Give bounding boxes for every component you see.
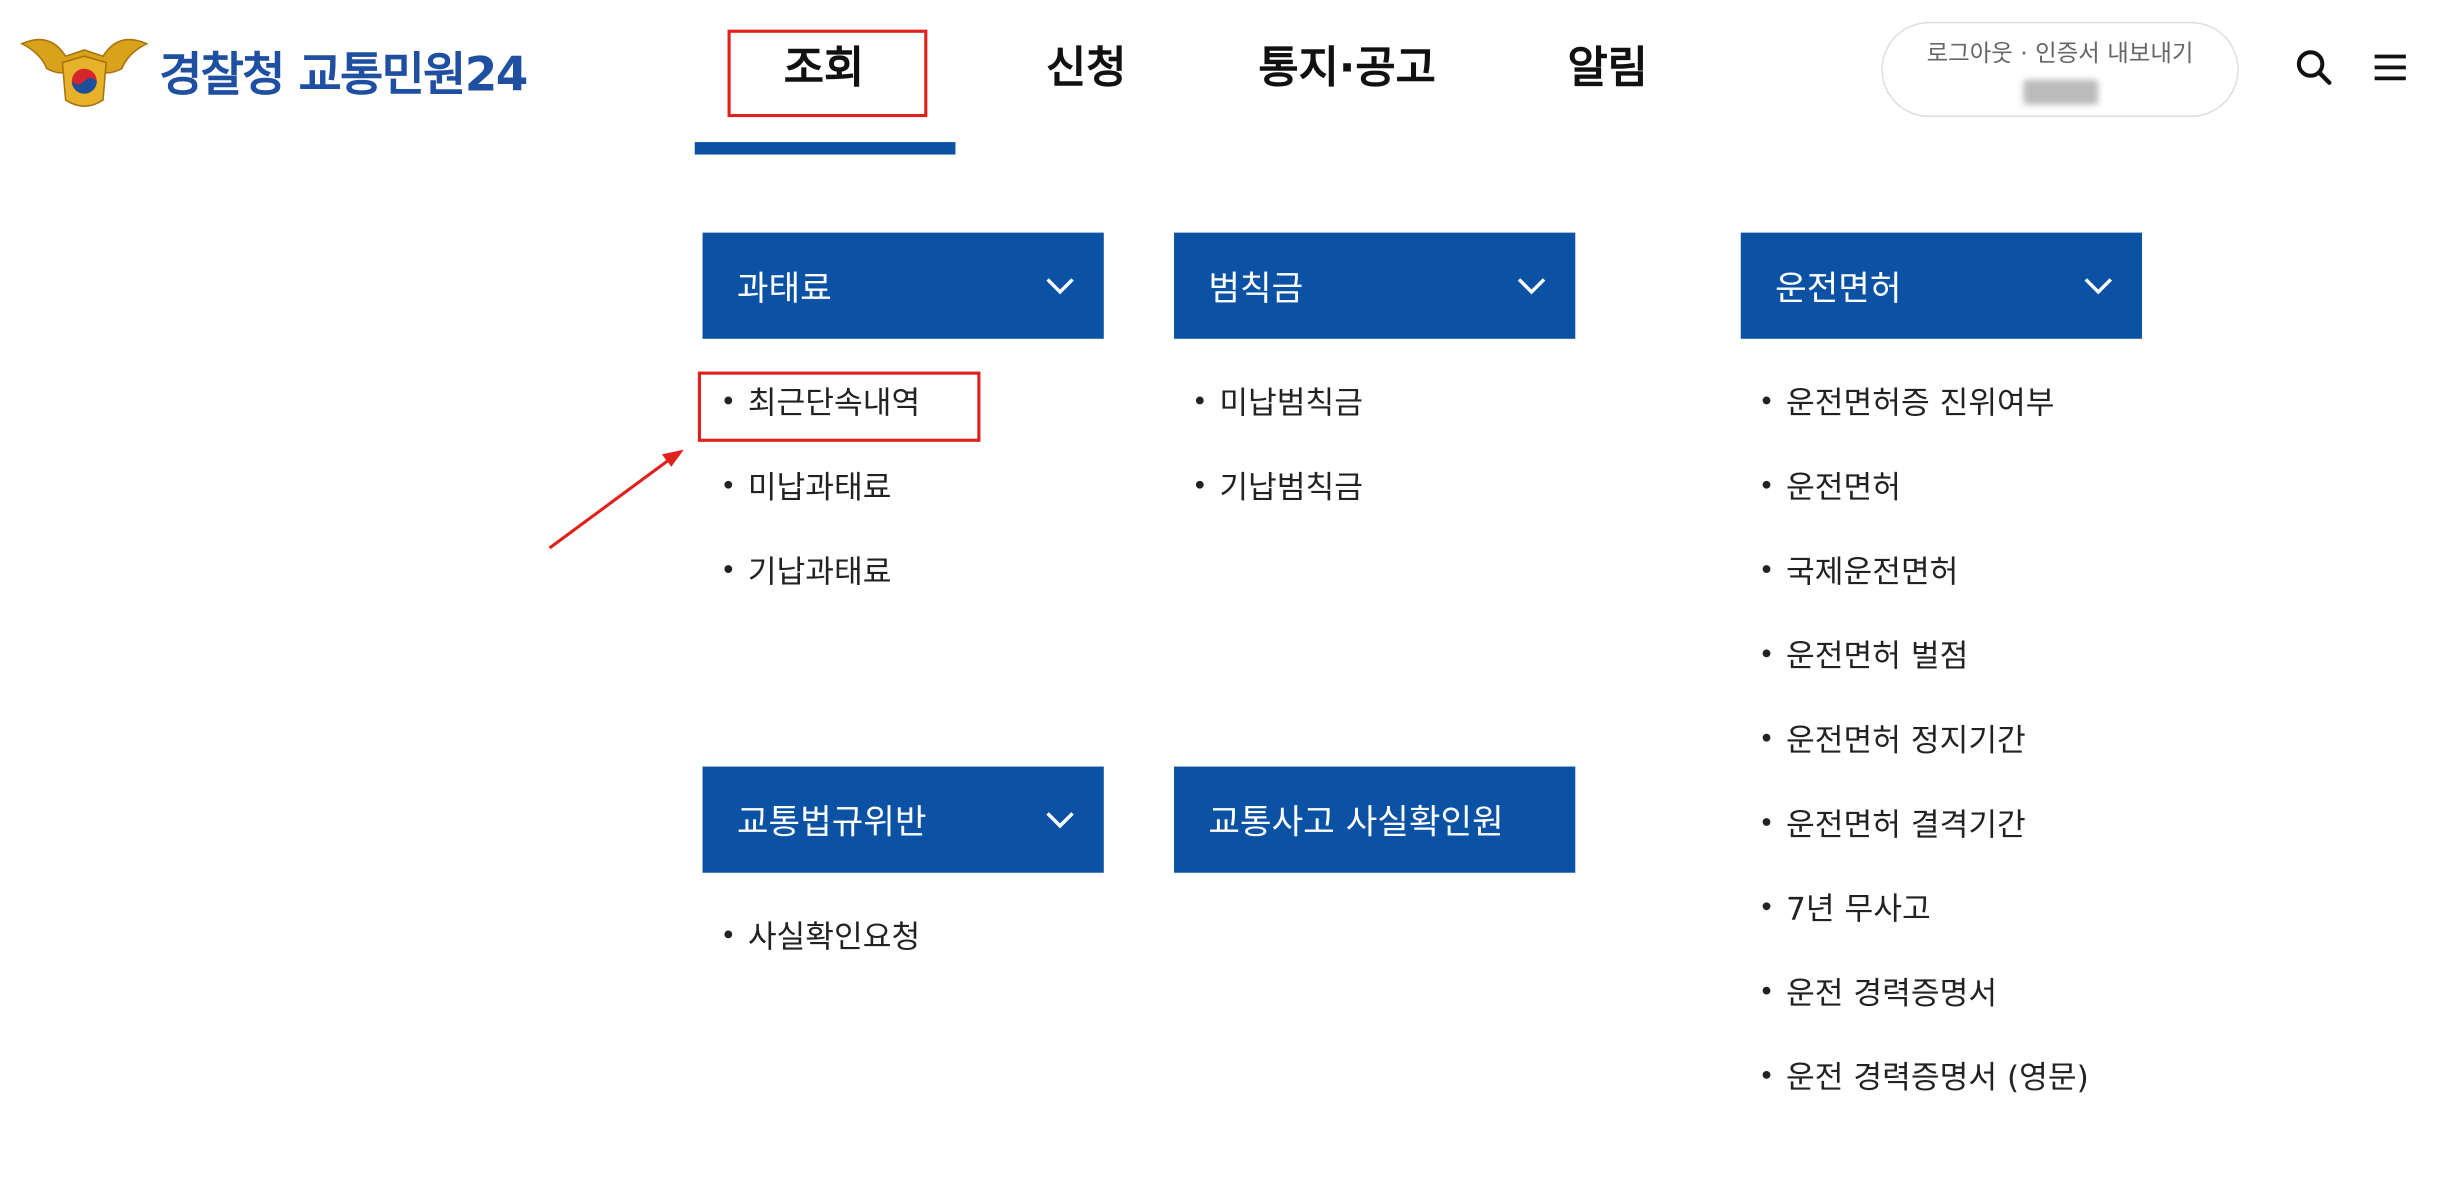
category-title: 운전면허 [1775,270,1902,310]
menu-item-license[interactable]: 운전면허 [1763,462,1901,507]
user-name-redacted [2023,79,2099,105]
logout-link[interactable]: 로그아웃 [1927,39,2013,67]
export-cert-link[interactable]: · 인증서 내보내기 [2020,39,2193,67]
nav-tab-notices[interactable]: 통지·공고 [1258,34,1435,96]
user-links: 로그아웃 · 인증서 내보내기 [1883,36,2237,69]
logo-text: 경찰청 교통민원24 [159,48,528,104]
menu-item-license-points[interactable]: 운전면허 벌점 [1763,631,1968,676]
active-tab-indicator [694,142,956,155]
menu-item-paid-penalties[interactable]: 기납범칙금 [1196,462,1363,507]
menu-item-unpaid-penalties[interactable]: 미납범칙금 [1196,378,1363,423]
nav-highlight-box [727,29,928,118]
chevron-down-icon [2084,278,2112,295]
menu-item-fact-check-request[interactable]: 사실확인요청 [724,912,920,957]
menu-item-driving-record-english[interactable]: 운전 경력증명서 (영문) [1763,1052,2089,1097]
category-penalties[interactable]: 범칙금 [1174,232,1576,339]
menu-item-intl-license[interactable]: 국제운전면허 [1763,546,1958,591]
user-panel: 로그아웃 · 인증서 내보내기 [1881,21,2239,118]
category-title: 교통법규위반 [736,804,927,844]
highlight-box [697,371,981,442]
category-accident-certificate[interactable]: 교통사고 사실확인원 [1174,766,1576,873]
chevron-down-icon [1046,812,1074,829]
menu-item-unpaid-fines[interactable]: 미납과태료 [724,462,892,507]
site-logo[interactable]: 경찰청 교통민원24 [19,28,528,112]
menu-icon[interactable] [2370,47,2411,88]
menu-item-paid-fines[interactable]: 기납과태료 [724,546,892,591]
nav-tab-apply[interactable]: 신청 [1046,34,1126,96]
police-emblem-icon [20,38,149,107]
category-title: 교통사고 사실확인원 [1208,804,1504,844]
menu-item-accident-free[interactable]: 7년 무사고 [1763,884,1931,929]
category-title: 과태료 [736,270,832,310]
menu-item-disqualification-period[interactable]: 운전면허 결격기간 [1763,799,2026,844]
annotation-arrow-icon [548,449,684,550]
category-title: 범칙금 [1208,270,1304,310]
category-fines[interactable]: 과태료 [702,232,1104,339]
category-drivers-license[interactable]: 운전면허 [1740,232,2142,339]
category-traffic-violations[interactable]: 교통법규위반 [702,766,1104,873]
menu-item-driving-record[interactable]: 운전 경력증명서 [1763,968,1997,1013]
chevron-down-icon [1046,278,1074,295]
search-icon[interactable] [2293,47,2334,88]
nav-tab-alerts[interactable]: 알림 [1567,34,1647,96]
chevron-down-icon [1517,278,1546,295]
menu-item-suspension-period[interactable]: 운전면허 정지기간 [1763,715,2026,760]
menu-item-license-authenticity[interactable]: 운전면허증 진위여부 [1763,378,2054,423]
page: 경찰청 교통민원24 조회 신청 통지·공고 알림 로그아웃 · 인증서 내보내… [0,0,2448,1193]
